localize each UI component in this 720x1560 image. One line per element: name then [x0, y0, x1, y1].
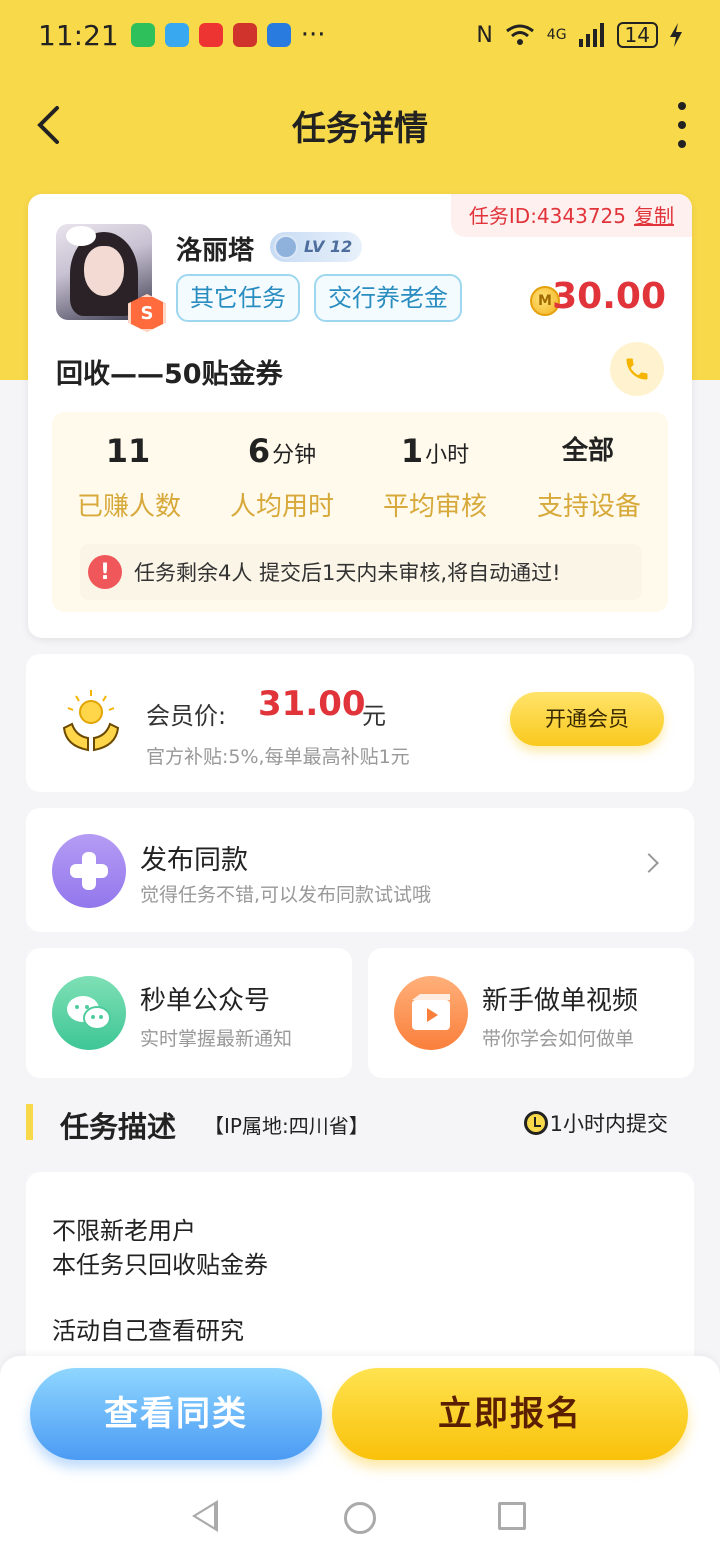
- task-price: 30.00: [552, 276, 666, 317]
- user-name: 洛丽塔: [176, 236, 255, 266]
- ip-location: 【IP属地:四川省】: [204, 1114, 369, 1138]
- stat-review-time: 1小时 平均审核: [360, 430, 510, 523]
- view-similar-button[interactable]: 查看同类: [30, 1368, 322, 1460]
- wechat-notification-icon: [130, 23, 155, 47]
- description-line: 本任务只回收贴金券: [52, 1251, 268, 1279]
- card-title: 新手做单视频: [482, 986, 639, 1016]
- stat-label: 人均用时: [229, 492, 334, 522]
- stat-earned: 11 已赚人数: [54, 430, 204, 523]
- hands-coin-icon: [62, 690, 120, 752]
- publish-subtitle: 觉得任务不错,可以发布同款试试哦: [140, 884, 432, 906]
- avatar-face: [84, 246, 124, 296]
- top-header: 任务详情: [0, 82, 720, 168]
- stat-label: 平均审核: [382, 492, 487, 522]
- stat-value: 全部: [561, 436, 614, 466]
- task-id-badge: 任务ID:4343725 复制: [450, 194, 692, 237]
- wifi-icon: [505, 24, 534, 45]
- stat-devices: 全部 支持设备: [514, 430, 664, 523]
- stat-unit: 分钟: [272, 443, 317, 468]
- shop-notification-icon: [232, 23, 257, 47]
- dot-icon: [678, 102, 686, 110]
- network-type: 4G: [546, 27, 567, 43]
- member-price-unit: 元: [362, 702, 386, 730]
- avatar[interactable]: S: [56, 224, 166, 332]
- task-stats: 11 已赚人数 6分钟 人均用时 1小时 平均审核 全部 支持设备 ! 任务剩余…: [52, 412, 668, 612]
- nav-recents-icon[interactable]: [498, 1502, 526, 1530]
- tag-other-tasks[interactable]: 其它任务: [176, 274, 300, 322]
- description-line: 不限新老用户: [52, 1217, 196, 1245]
- plus-icon: [52, 834, 126, 908]
- charging-icon: [670, 23, 682, 47]
- nav-home-icon[interactable]: [344, 1502, 376, 1534]
- page-title: 任务详情: [292, 108, 428, 149]
- medal-icon: [274, 235, 298, 259]
- notice-text: 任务剩余4人 提交后1天内未审核,将自动通过!: [134, 561, 561, 585]
- level-badge: LV 12: [270, 232, 363, 262]
- task-notice: ! 任务剩余4人 提交后1天内未审核,将自动通过!: [80, 544, 642, 600]
- status-indicators: N 4G 14: [476, 22, 682, 48]
- status-app-icons: ···: [130, 20, 326, 50]
- level-text: LV 12: [304, 237, 353, 256]
- card-subtitle: 带你学会如何做单: [482, 1028, 635, 1050]
- telecom-notification-icon: [198, 23, 223, 47]
- stat-value: 6: [247, 432, 271, 470]
- phone-icon: [626, 358, 648, 380]
- publish-title: 发布同款: [140, 845, 248, 876]
- bank-notification-icon: [266, 23, 291, 47]
- open-membership-button[interactable]: 开通会员: [510, 692, 664, 746]
- video-icon: [394, 976, 468, 1050]
- chevron-right-icon: [639, 853, 659, 873]
- stat-value: 1: [400, 432, 424, 470]
- task-card: 任务ID:4343725 复制 S 洛丽塔 LV 12 其它任务 交行养老金 M …: [28, 194, 692, 638]
- bottom-action-bar: 查看同类 立即报名: [0, 1356, 720, 1560]
- member-subsidy-text: 官方补贴:5%,每单最高补贴1元: [146, 746, 410, 768]
- member-price-value: 31.00: [258, 684, 366, 724]
- chevron-left-icon: [37, 106, 59, 144]
- warning-icon: !: [88, 555, 122, 589]
- time-limit-text: 1小时内提交: [549, 1112, 668, 1136]
- submit-time-limit: 1小时内提交: [523, 1108, 668, 1138]
- task-title: 回收——50贴金券: [56, 359, 283, 390]
- description-line: 活动自己查看研究: [52, 1317, 244, 1345]
- card-title: 秒单公众号: [140, 986, 271, 1016]
- dot-icon: [678, 121, 686, 129]
- more-notifications: ···: [300, 20, 326, 50]
- stat-unit: 小时: [425, 443, 470, 468]
- more-options-button[interactable]: [672, 102, 692, 148]
- signal-icon: [578, 23, 604, 47]
- stat-label: 已赚人数: [76, 492, 181, 522]
- section-accent-bar: [26, 1104, 33, 1140]
- tutorial-video-card[interactable]: 新手做单视频 带你学会如何做单: [368, 948, 694, 1078]
- tag-category[interactable]: 交行养老金: [314, 274, 462, 322]
- stat-value: 11: [105, 432, 151, 470]
- stat-label: 支持设备: [536, 492, 641, 522]
- avatar-bow: [66, 226, 96, 246]
- copy-id-button[interactable]: 复制: [634, 204, 674, 228]
- dot-icon: [678, 140, 686, 148]
- app-notification-icon: [164, 23, 189, 47]
- wechat-icon: [52, 976, 126, 1050]
- publish-similar-card[interactable]: 发布同款 觉得任务不错,可以发布同款试试哦: [26, 808, 694, 932]
- back-button[interactable]: [26, 100, 70, 150]
- status-time: 11:21: [38, 18, 119, 52]
- clock-icon: [523, 1111, 548, 1135]
- member-price-label: 会员价:: [146, 702, 227, 730]
- description-title: 任务描述: [60, 1110, 177, 1144]
- card-subtitle: 实时掌握最新通知: [140, 1028, 293, 1050]
- stat-avg-time: 6分钟 人均用时: [207, 430, 357, 523]
- contact-button[interactable]: [610, 342, 664, 396]
- member-price-card: 会员价: 31.00 元 官方补贴:5%,每单最高补贴1元 开通会员: [26, 654, 694, 792]
- signup-now-button[interactable]: 立即报名: [332, 1368, 688, 1460]
- nfc-icon: N: [476, 22, 493, 48]
- status-bar: 11:21 ··· N 4G 14: [0, 0, 720, 70]
- nav-back-icon[interactable]: [192, 1500, 218, 1532]
- official-account-card[interactable]: 秒单公众号 实时掌握最新通知: [26, 948, 352, 1078]
- task-id: 任务ID:4343725: [468, 204, 626, 228]
- battery-level: 14: [616, 22, 658, 48]
